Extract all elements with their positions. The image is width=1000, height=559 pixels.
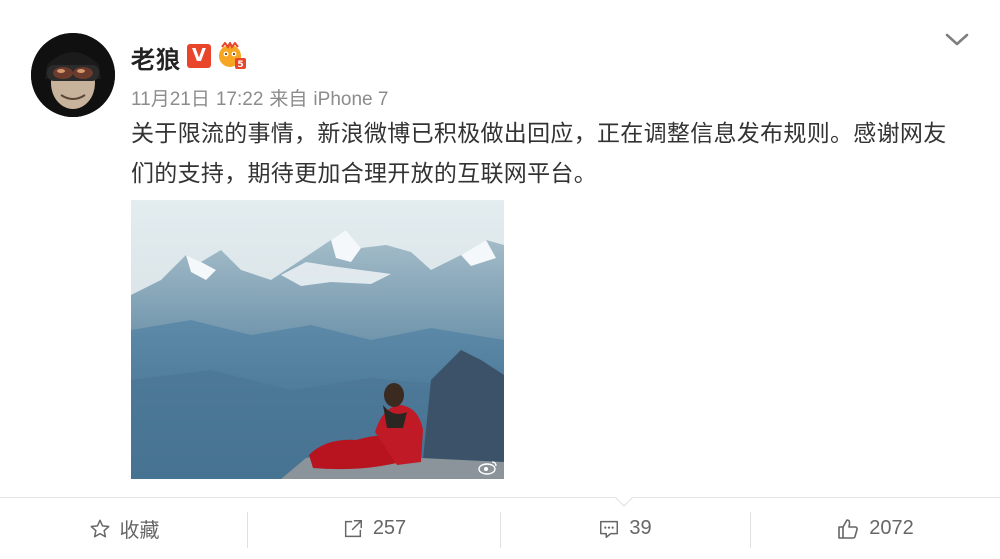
member-crown-icon[interactable]: 5	[217, 42, 247, 70]
thumbs-up-icon	[838, 518, 859, 539]
favorite-label: 收藏	[119, 520, 160, 542]
like-button[interactable]: 2072	[750, 498, 1000, 559]
favorite-button[interactable]: 收藏	[0, 498, 248, 559]
weibo-post: 老狼 V 5 11月21日 17:22 来自 iPhone 7 关于限流的事情，新浪微…	[0, 0, 1000, 497]
comment-button[interactable]: 39	[500, 498, 750, 559]
post-meta: 11月21日 17:22 来自 iPhone 7	[131, 84, 394, 111]
repost-button[interactable]: 257	[248, 498, 500, 559]
post-text: 关于限流的事情，新浪微博已积极做出回应，正在调整信息发布规则。感谢网友们的支持，…	[131, 121, 947, 187]
star-icon	[90, 519, 109, 538]
verified-badge-icon: V	[187, 44, 211, 68]
source-device: iPhone 7	[313, 89, 389, 110]
weibo-watermark-icon	[478, 461, 497, 475]
mountain-photo	[131, 200, 504, 479]
chevron-down-icon[interactable]	[944, 31, 970, 49]
like-count: 2072	[869, 517, 914, 539]
post-time[interactable]: 17:22	[216, 89, 264, 110]
source-prefix: 来自	[269, 89, 308, 110]
repost-count: 257	[372, 517, 407, 539]
avatar[interactable]	[31, 33, 115, 117]
action-bar: 收藏 257 39 2072	[0, 497, 1000, 559]
author-name[interactable]: 老狼	[131, 40, 181, 75]
share-icon	[344, 519, 362, 537]
post-date[interactable]: 11月21日	[131, 89, 210, 110]
comment-icon	[600, 520, 619, 538]
comment-count: 39	[629, 517, 652, 539]
svg-text:5: 5	[237, 60, 243, 70]
post-image[interactable]	[131, 200, 504, 479]
avatar-image	[31, 33, 115, 117]
